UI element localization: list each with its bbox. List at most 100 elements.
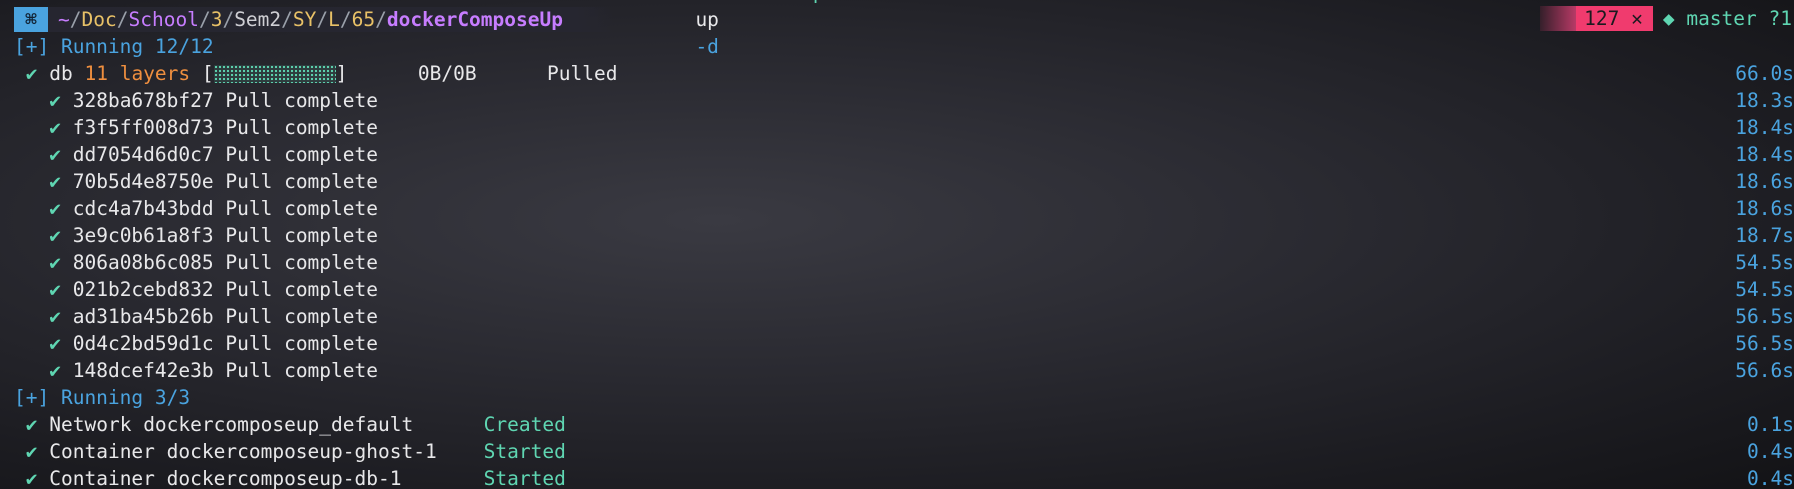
layer-status: Pull complete (225, 89, 378, 112)
elapsed-time: 56.5s (1735, 332, 1794, 355)
path-segment: SY (292, 8, 317, 31)
layer-id: dd7054d6d0c7 (72, 143, 214, 166)
progress-bar (213, 65, 336, 83)
layer-pull-line: ✔ 021b2cebd832 Pull complete 54.5s (14, 276, 1794, 303)
resource-kind: Network (49, 413, 132, 436)
layer-status: Pull complete (225, 143, 378, 166)
layer-id: 021b2cebd832 (72, 278, 214, 301)
layer-id: 328ba678bf27 (72, 89, 214, 112)
layer-id: cdc4a7b43bdd (72, 197, 214, 220)
elapsed-time: 18.7s (1735, 224, 1794, 247)
layer-id: 0d4c2bd59d1c (72, 332, 214, 355)
check-icon: ✔ (49, 170, 61, 193)
check-icon: ✔ (25, 62, 38, 85)
check-icon: ✔ (49, 197, 61, 220)
command-arg: up (695, 8, 719, 31)
elapsed-time: 18.6s (1735, 197, 1794, 220)
layer-status: Pull complete (225, 197, 378, 220)
elapsed-time: 54.5s (1735, 251, 1794, 274)
elapsed-time: 0.1s (1747, 413, 1794, 436)
check-icon: ✔ (49, 224, 61, 247)
run-item-line: ✔ Network dockercomposeup_default Create… (14, 411, 1794, 438)
bracket-close: ] (335, 62, 348, 85)
path-segment: dockerComposeUp (386, 8, 563, 31)
check-icon: ✔ (49, 116, 61, 139)
elapsed-time: 18.3s (1735, 89, 1794, 112)
exit-code-fade (1540, 6, 1577, 31)
path-segment: 3 (210, 8, 223, 31)
elapsed-time: 0.4s (1747, 467, 1794, 489)
layer-pull-line: ✔ 70b5d4e8750e Pull complete 18.6s (14, 168, 1794, 195)
elapsed-time: 18.4s (1735, 143, 1794, 166)
prompt-line: ⌘ ~/Doc/School/3/Sem2/SY/L/65/dockerComp… (14, 0, 1794, 58)
elapsed-time: 0.4s (1747, 440, 1794, 463)
git-branch-icon: ◆ (1662, 7, 1675, 30)
layer-pull-line: ✔ dd7054d6d0c7 Pull complete 18.4s (14, 141, 1794, 168)
run-item-line: ✔ Container dockercomposeup-ghost-1 Star… (14, 438, 1794, 465)
layer-pull-line: ✔ 3e9c0b61a8f3 Pull complete 18.7s (14, 222, 1794, 249)
layer-status: Pull complete (225, 116, 378, 139)
layer-pull-line: ✔ 806a08b6c085 Pull complete 54.5s (14, 249, 1794, 276)
terminal-window[interactable]: ⌘ ~/Doc/School/3/Sem2/SY/L/65/dockerComp… (0, 0, 1794, 489)
path-segment: Doc (81, 8, 117, 31)
prompt-path: ~/Doc/School/3/Sem2/SY/L/65/dockerCompos… (48, 7, 573, 32)
command-name: docker-compose (695, 0, 859, 4)
path-segment: 65 (351, 8, 376, 31)
elapsed-time: 66.0s (1735, 62, 1794, 85)
run-list: ✔ Network dockercomposeup_default Create… (14, 411, 1794, 489)
resource-kind: Container (49, 467, 155, 489)
layer-status: Pull complete (225, 170, 378, 193)
branch-label: master ?1 (1686, 7, 1792, 30)
layer-status: Pull complete (225, 224, 378, 247)
layer-status: Pull complete (225, 332, 378, 355)
layer-id: 806a08b6c085 (72, 251, 214, 274)
path-separator: / (339, 8, 352, 31)
resource-name: dockercomposeup_default (143, 413, 414, 436)
check-icon: ✔ (49, 332, 61, 355)
check-icon: ✔ (49, 89, 61, 112)
resource-status: Started (483, 440, 566, 463)
layer-pull-line: ✔ f3f5ff008d73 Pull complete 18.4s (14, 114, 1794, 141)
layer-status: Pull complete (225, 278, 378, 301)
layers-list: ✔ 328ba678bf27 Pull complete 18.3s ✔ f3f5… (14, 87, 1794, 384)
path-segment: L (328, 8, 340, 31)
layer-id: 70b5d4e8750e (72, 170, 214, 193)
layer-pull-line: ✔ ad31ba45b26b Pull complete 56.5s (14, 303, 1794, 330)
layer-id: f3f5ff008d73 (72, 116, 214, 139)
terminal-icon: ⌘ (14, 7, 48, 32)
path-separator: / (116, 8, 129, 31)
check-icon: ✔ (25, 467, 38, 489)
path-separator: / (316, 8, 329, 31)
git-branch-status: ◆ master ?1 (1653, 5, 1794, 32)
pull-size: 0B/0B (417, 62, 477, 85)
path-separator: / (222, 8, 235, 31)
run-section-header: [+] Running 3/3 (14, 386, 191, 409)
layer-status: Pull complete (225, 359, 378, 382)
layer-pull-line: ✔ 0d4c2bd59d1c Pull complete 56.5s (14, 330, 1794, 357)
layers-count: 11 layers (84, 62, 191, 85)
pull-status: Pulled (547, 62, 618, 85)
resource-name: dockercomposeup-ghost-1 (166, 440, 437, 463)
check-icon: ✔ (49, 278, 61, 301)
check-icon: ✔ (25, 440, 38, 463)
prompt-path-fade (572, 7, 613, 32)
path-segment: School (128, 8, 199, 31)
resource-kind: Container (49, 440, 155, 463)
layer-status: Pull complete (225, 251, 378, 274)
path-separator: / (375, 8, 387, 31)
layer-id: 148dcef42e3b (72, 359, 214, 382)
resource-status: Created (483, 413, 566, 436)
elapsed-time: 54.5s (1735, 278, 1794, 301)
prompt-status: 127 ✕ ◆ master ?1 (1540, 6, 1794, 31)
path-separator: / (69, 8, 82, 31)
check-icon: ✔ (25, 413, 38, 436)
check-icon: ✔ (49, 143, 61, 166)
path-separator: / (198, 8, 211, 31)
exit-code-badge: 127 ✕ (1576, 6, 1653, 31)
service-name: db (49, 62, 73, 85)
path-segment: Sem2 (234, 8, 282, 31)
layer-id: ad31ba45b26b (72, 305, 214, 328)
run-item-line: ✔ Container dockercomposeup-db-1 Started… (14, 465, 1794, 489)
layer-pull-line: ✔ 148dcef42e3b Pull complete 56.6s (14, 357, 1794, 384)
check-icon: ✔ (49, 359, 61, 382)
